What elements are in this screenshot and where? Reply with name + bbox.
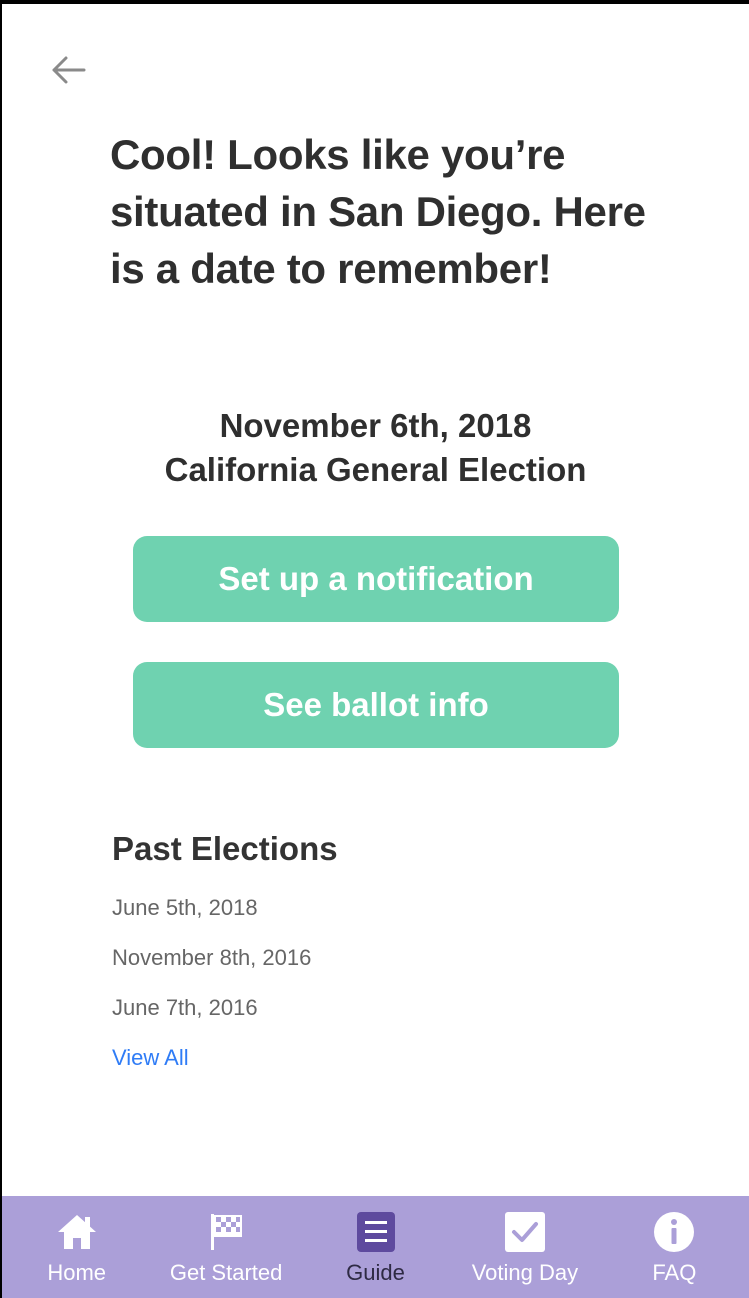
past-election-item[interactable]: June 7th, 2016 [112,992,311,1042]
tab-home[interactable]: Home [2,1196,151,1298]
arrow-left-icon [52,56,86,84]
back-button[interactable] [46,48,90,92]
tab-label: Voting Day [471,1260,579,1285]
upcoming-election: November 6th, 2018 California General El… [2,404,749,492]
ballot-info-button[interactable]: See ballot info [133,662,619,748]
tab-get-started[interactable]: Get Started [151,1196,300,1298]
tab-label: Guide [346,1260,405,1285]
past-elections-title: Past Elections [112,830,338,867]
app-screen: Cool! Looks like you’re situated in San … [2,4,749,1298]
page-headline: Cool! Looks like you’re situated in San … [110,131,646,292]
checkered-flag-icon [204,1210,248,1254]
document-icon [354,1210,398,1254]
past-election-item[interactable]: June 5th, 2018 [112,892,311,942]
election-name: California General Election [164,451,587,488]
past-elections-list: June 5th, 2018 November 8th, 2016 June 7… [112,892,311,1042]
bottom-tab-bar: Home Get Started Guide Voting Day FAQ [2,1196,749,1298]
view-all-link[interactable]: View All [112,1042,189,1074]
tab-label: Home [47,1260,107,1285]
tab-voting-day[interactable]: Voting Day [450,1196,599,1298]
info-icon [652,1210,696,1254]
tab-guide[interactable]: Guide [301,1196,450,1298]
election-date: November 6th, 2018 [219,407,532,444]
tab-label: FAQ [652,1260,697,1285]
checkbox-icon [503,1210,547,1254]
home-icon [55,1210,99,1254]
tab-faq[interactable]: FAQ [600,1196,749,1298]
tab-label: Get Started [169,1260,283,1285]
past-election-item[interactable]: November 8th, 2016 [112,942,311,992]
set-notification-button[interactable]: Set up a notification [133,536,619,622]
